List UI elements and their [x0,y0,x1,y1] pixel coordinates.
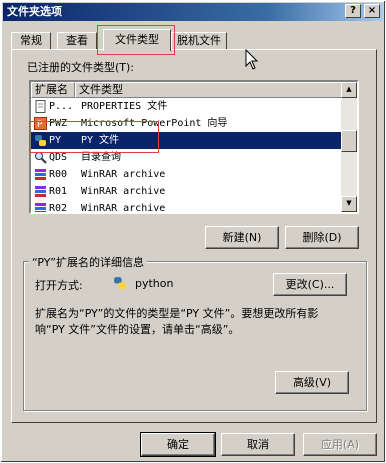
scroll-thumb[interactable] [341,130,357,152]
winrar-icon [35,186,46,197]
apply-button[interactable]: 应用(A) [303,433,377,456]
details-group-title: “PY”扩展名的详细信息 [29,254,147,270]
document-icon [35,100,46,113]
scroll-up-icon[interactable]: ▲ [341,82,357,98]
advanced-button[interactable]: 高级(V) [275,371,349,394]
folder-options-window: 文件夹选项 ? × 常规 查看 文件类型 脱机文件 已注册的文件类型(T): 扩… [0,0,386,463]
column-header-extension[interactable]: 扩展名 [31,82,75,98]
highlight-box-row [29,121,159,153]
close-button[interactable]: × [364,4,380,18]
title-bar[interactable]: 文件夹选项 [3,3,383,21]
help-button[interactable]: ? [345,4,361,18]
opens-with-app: python [135,277,174,290]
opens-with-label: 打开方式: [35,279,83,292]
scroll-down-icon[interactable]: ▼ [341,196,357,212]
list-item[interactable]: P... PROPERTIES 文件 [31,98,343,115]
cancel-button[interactable]: 取消 [221,433,295,456]
registered-types-label: 已注册的文件类型(T): [27,61,135,74]
window-title: 文件夹选项 [7,5,62,18]
vertical-scrollbar[interactable]: ▲ ▼ [341,82,357,212]
tab-view[interactable]: 查看 [57,32,97,50]
ok-button[interactable]: 确定 [140,432,216,457]
column-header-type[interactable]: 文件类型 [75,82,345,98]
details-description: 扩展名为“PY”的文件的类型是“PY 文件”。要想更改所有影响“PY 文件”文件… [35,307,319,336]
list-item[interactable]: R01 WinRAR archive [31,183,343,200]
winrar-icon [35,203,46,212]
mouse-cursor-icon [245,49,259,70]
change-button[interactable]: 更改(C)... [273,273,347,296]
list-item[interactable]: R00 WinRAR archive [31,166,343,183]
tab-offline-files[interactable]: 脱机文件 [171,32,227,50]
tab-general[interactable]: 常规 [11,32,51,50]
delete-button[interactable]: 删除(D) [285,226,359,249]
list-item[interactable]: R02 WinRAR archive [31,200,343,212]
winrar-icon [35,169,46,180]
python-icon [114,277,126,289]
tab-file-types[interactable]: 文件类型 [103,29,171,51]
new-button[interactable]: 新建(N) [205,226,279,249]
